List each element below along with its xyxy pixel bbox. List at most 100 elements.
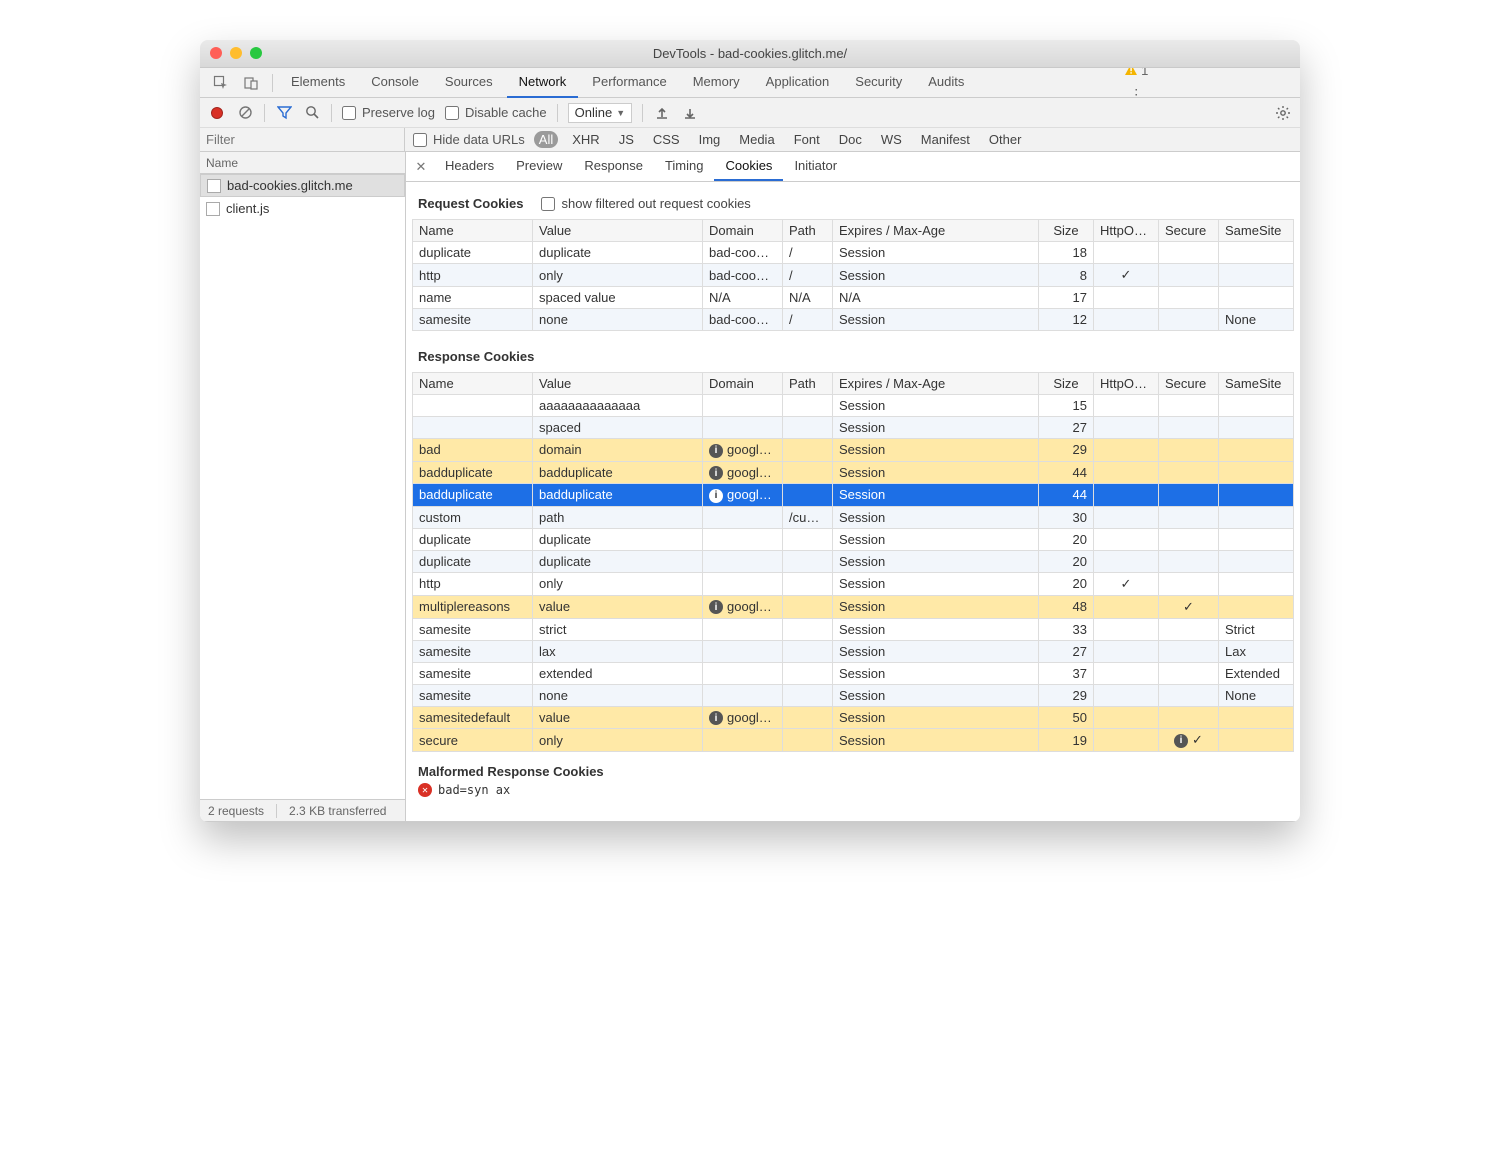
detail-tab-initiator[interactable]: Initiator bbox=[783, 153, 848, 181]
window-titlebar: DevTools - bad-cookies.glitch.me/ bbox=[200, 40, 1300, 68]
column-header[interactable]: Path bbox=[783, 373, 833, 395]
request-list-header[interactable]: Name bbox=[200, 152, 405, 174]
detail-tab-cookies[interactable]: Cookies bbox=[714, 153, 783, 181]
filter-input[interactable] bbox=[206, 132, 398, 147]
filter-type-xhr[interactable]: XHR bbox=[567, 131, 604, 148]
main-tab-sources[interactable]: Sources bbox=[433, 68, 505, 98]
table-row[interactable]: httponlybad-coo…/Session8✓ bbox=[413, 264, 1294, 287]
main-tab-elements[interactable]: Elements bbox=[279, 68, 357, 98]
column-header[interactable]: SameSite bbox=[1219, 373, 1294, 395]
main-tab-memory[interactable]: Memory bbox=[681, 68, 752, 98]
table-row[interactable]: samesitenonebad-coo…/Session12None bbox=[413, 309, 1294, 331]
cell bbox=[783, 662, 833, 684]
request-name: bad-cookies.glitch.me bbox=[227, 178, 353, 193]
table-row[interactable]: baddomainigoogl…Session29 bbox=[413, 439, 1294, 462]
table-row[interactable]: duplicateduplicateSession20 bbox=[413, 550, 1294, 572]
table-row[interactable]: httponlySession20✓ bbox=[413, 572, 1294, 595]
search-icon[interactable] bbox=[303, 104, 321, 122]
settings-icon[interactable] bbox=[1274, 104, 1292, 122]
disable-cache-checkbox[interactable]: Disable cache bbox=[445, 105, 547, 120]
main-tab-console[interactable]: Console bbox=[359, 68, 431, 98]
request-row[interactable]: client.js bbox=[200, 197, 405, 220]
filter-toggle-icon[interactable] bbox=[275, 104, 293, 122]
column-header[interactable]: Size bbox=[1039, 220, 1094, 242]
cell bbox=[783, 706, 833, 729]
filter-type-js[interactable]: JS bbox=[614, 131, 639, 148]
column-header[interactable]: Domain bbox=[703, 220, 783, 242]
column-header[interactable]: Name bbox=[413, 220, 533, 242]
filter-input-wrapper bbox=[200, 128, 405, 151]
preserve-log-checkbox[interactable]: Preserve log bbox=[342, 105, 435, 120]
detail-tab-headers[interactable]: Headers bbox=[434, 153, 505, 181]
cell bbox=[1219, 595, 1294, 618]
table-row[interactable]: samesitenoneSession29None bbox=[413, 684, 1294, 706]
column-header[interactable]: Expires / Max-Age bbox=[833, 220, 1039, 242]
table-row[interactable]: duplicateduplicatebad-coo…/Session18 bbox=[413, 242, 1294, 264]
detail-tab-response[interactable]: Response bbox=[573, 153, 654, 181]
hide-data-urls-checkbox[interactable]: Hide data URLs bbox=[413, 132, 525, 147]
column-header[interactable]: HttpO… bbox=[1094, 373, 1159, 395]
download-har-icon[interactable] bbox=[681, 104, 699, 122]
main-tab-network[interactable]: Network bbox=[507, 68, 579, 98]
column-header[interactable]: Secure bbox=[1159, 220, 1219, 242]
table-row[interactable]: spacedSession27 bbox=[413, 417, 1294, 439]
show-filtered-label: show filtered out request cookies bbox=[561, 196, 750, 211]
record-button[interactable] bbox=[208, 104, 226, 122]
table-row[interactable]: multiplereasonsvalueigoogl…Session48✓ bbox=[413, 595, 1294, 618]
window-close-button[interactable] bbox=[210, 47, 222, 59]
upload-har-icon[interactable] bbox=[653, 104, 671, 122]
column-header[interactable]: Value bbox=[533, 220, 703, 242]
table-row[interactable]: samesiteextendedSession37Extended bbox=[413, 662, 1294, 684]
column-header[interactable]: Domain bbox=[703, 373, 783, 395]
filter-type-other[interactable]: Other bbox=[984, 131, 1027, 148]
column-header[interactable]: Name bbox=[413, 373, 533, 395]
filter-type-manifest[interactable]: Manifest bbox=[916, 131, 975, 148]
filter-type-font[interactable]: Font bbox=[789, 131, 825, 148]
filter-type-ws[interactable]: WS bbox=[876, 131, 907, 148]
cell bbox=[783, 395, 833, 417]
column-header[interactable]: Secure bbox=[1159, 373, 1219, 395]
main-tab-audits[interactable]: Audits bbox=[916, 68, 976, 98]
clear-button[interactable] bbox=[236, 104, 254, 122]
main-tab-application[interactable]: Application bbox=[754, 68, 842, 98]
column-header[interactable]: HttpO… bbox=[1094, 220, 1159, 242]
cell bbox=[1219, 439, 1294, 462]
table-row[interactable]: badduplicatebadduplicateigoogl…Session44 bbox=[413, 461, 1294, 484]
table-row[interactable]: samesitestrictSession33Strict bbox=[413, 618, 1294, 640]
request-cookies-table: NameValueDomainPathExpires / Max-AgeSize… bbox=[412, 219, 1294, 331]
request-row[interactable]: bad-cookies.glitch.me bbox=[200, 174, 405, 197]
cell: none bbox=[533, 309, 703, 331]
filter-type-all[interactable]: All bbox=[534, 131, 558, 148]
device-toggle-icon[interactable] bbox=[236, 75, 266, 91]
detail-tab-timing[interactable]: Timing bbox=[654, 153, 715, 181]
table-row[interactable]: duplicateduplicateSession20 bbox=[413, 528, 1294, 550]
show-filtered-checkbox[interactable]: show filtered out request cookies bbox=[541, 196, 750, 211]
column-header[interactable]: Expires / Max-Age bbox=[833, 373, 1039, 395]
column-header[interactable]: Value bbox=[533, 373, 703, 395]
window-maximize-button[interactable] bbox=[250, 47, 262, 59]
filter-type-img[interactable]: Img bbox=[694, 131, 726, 148]
column-header[interactable]: SameSite bbox=[1219, 220, 1294, 242]
window-minimize-button[interactable] bbox=[230, 47, 242, 59]
table-row[interactable]: secureonlySession19i✓ bbox=[413, 729, 1294, 752]
main-tab-performance[interactable]: Performance bbox=[580, 68, 678, 98]
table-row[interactable]: badduplicatebadduplicateigoogl…Session44 bbox=[413, 484, 1294, 507]
info-icon: i bbox=[709, 711, 723, 725]
filter-type-css[interactable]: CSS bbox=[648, 131, 685, 148]
column-header[interactable]: Size bbox=[1039, 373, 1094, 395]
close-detail-icon[interactable]: ✕ bbox=[412, 159, 430, 175]
inspect-element-icon[interactable] bbox=[206, 75, 236, 91]
column-header[interactable]: Path bbox=[783, 220, 833, 242]
cell: N/A bbox=[833, 287, 1039, 309]
detail-tab-preview[interactable]: Preview bbox=[505, 153, 573, 181]
filter-type-media[interactable]: Media bbox=[734, 131, 779, 148]
table-row[interactable]: custompath/cu…Session30 bbox=[413, 506, 1294, 528]
cell bbox=[783, 417, 833, 439]
main-tab-security[interactable]: Security bbox=[843, 68, 914, 98]
throttling-select[interactable]: Online ▼ bbox=[568, 103, 633, 123]
table-row[interactable]: samesitedefaultvalueigoogl…Session50 bbox=[413, 706, 1294, 729]
table-row[interactable]: samesitelaxSession27Lax bbox=[413, 640, 1294, 662]
filter-type-doc[interactable]: Doc bbox=[834, 131, 867, 148]
table-row[interactable]: aaaaaaaaaaaaaaSession15 bbox=[413, 395, 1294, 417]
table-row[interactable]: namespaced valueN/AN/AN/A17 bbox=[413, 287, 1294, 309]
